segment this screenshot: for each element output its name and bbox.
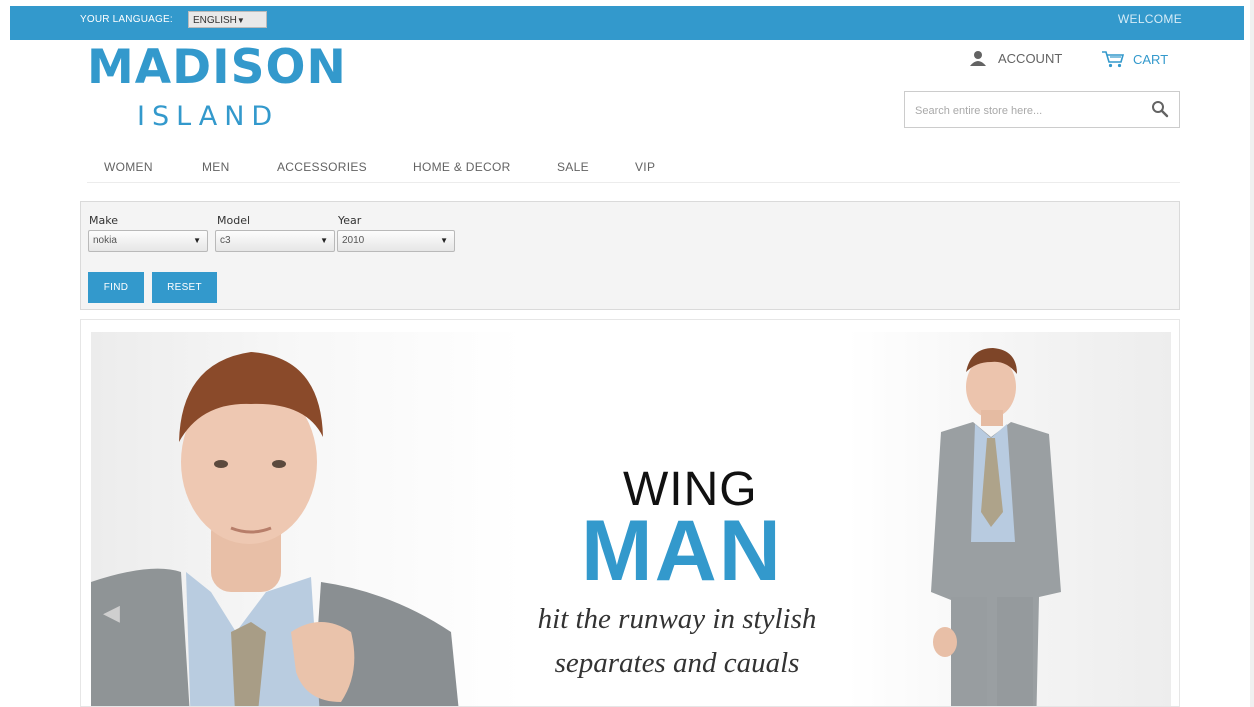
cart-label: CART xyxy=(1133,51,1169,67)
nav-item-vip[interactable]: VIP xyxy=(635,160,655,174)
reset-button[interactable]: RESET xyxy=(152,272,217,303)
model-value: c3 xyxy=(220,235,231,246)
model-label: Model xyxy=(217,214,251,227)
nav-item-sale[interactable]: SALE xyxy=(557,160,589,174)
make-value: nokia xyxy=(93,235,117,246)
nav-item-men[interactable]: MEN xyxy=(202,160,230,174)
chevron-down-icon: ▼ xyxy=(193,236,201,245)
language-value: ENGLISH xyxy=(193,15,237,26)
model-portrait-image xyxy=(91,352,459,706)
cart-icon xyxy=(1102,51,1125,68)
year-select[interactable]: 2010 ▼ xyxy=(337,230,455,252)
search-box xyxy=(904,91,1180,128)
chevron-down-icon: ▼ xyxy=(440,236,448,245)
top-bar: YOUR LANGUAGE: ENGLISH▼ WELCOME xyxy=(10,6,1244,40)
language-select[interactable]: ENGLISH▼ xyxy=(188,11,267,28)
logo-madison[interactable]: MADISON xyxy=(87,40,347,95)
nav-item-women[interactable]: WOMEN xyxy=(104,160,153,174)
hero-headline-man: MAN xyxy=(581,503,783,599)
nav-item-home-decor[interactable]: HOME & DECOR xyxy=(413,160,511,174)
model-select[interactable]: c3 ▼ xyxy=(215,230,335,252)
search-input[interactable] xyxy=(913,101,1137,121)
welcome-message: WELCOME xyxy=(1117,12,1182,26)
year-label: Year xyxy=(338,214,362,227)
account-label: ACCOUNT xyxy=(998,50,1063,66)
hero-tagline: hit the runway in stylish separates and … xyxy=(487,597,867,685)
search-icon xyxy=(1152,101,1169,118)
search-button[interactable] xyxy=(1151,100,1169,123)
nav-item-accessories[interactable]: ACCESSORIES xyxy=(277,160,367,174)
model-full-body-image xyxy=(931,348,1061,706)
make-select[interactable]: nokia ▼ xyxy=(88,230,208,252)
hero-tagline-line2: separates and cauals xyxy=(554,647,800,679)
part-finder: Make Model Year nokia ▼ c3 ▼ 2010 ▼ FIND… xyxy=(80,201,1180,310)
find-button[interactable]: FIND xyxy=(88,272,144,303)
language-label: YOUR LANGUAGE: xyxy=(80,14,173,25)
chevron-down-icon: ▼ xyxy=(236,16,245,25)
account-link[interactable]: ACCOUNT xyxy=(968,50,1062,66)
chevron-down-icon: ▼ xyxy=(320,236,328,245)
hero-slide: WING MAN hit the runway in stylish separ… xyxy=(91,332,1171,706)
hero-banner[interactable]: WING MAN hit the runway in stylish separ… xyxy=(80,319,1180,707)
make-label: Make xyxy=(89,214,118,227)
hero-tagline-line1: hit the runway in stylish xyxy=(537,603,817,635)
page-scrollbar[interactable] xyxy=(1250,0,1254,707)
year-value: 2010 xyxy=(342,235,365,246)
user-icon xyxy=(970,51,986,66)
main-nav: WOMEN MEN ACCESSORIES HOME & DECOR SALE … xyxy=(87,150,1180,183)
logo-island[interactable]: ISLAND xyxy=(137,101,279,132)
cart-link[interactable]: CART xyxy=(1101,50,1168,68)
chevron-left-icon[interactable]: ◀ xyxy=(103,600,120,626)
